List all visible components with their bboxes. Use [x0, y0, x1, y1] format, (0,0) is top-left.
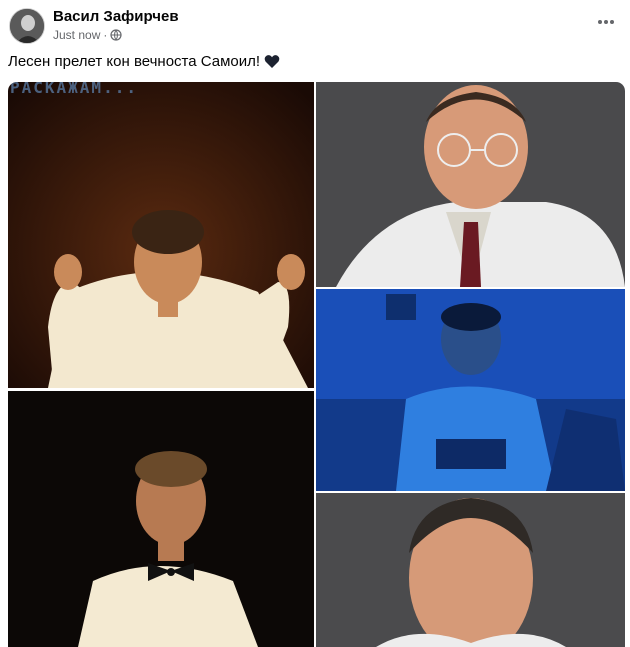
post-timestamp[interactable]: Just now — [53, 28, 100, 42]
photo-2-portrait-glasses[interactable] — [316, 82, 625, 287]
photo-overlay-text: РАСКАЖАМ... — [10, 82, 138, 97]
more-options-icon[interactable] — [596, 12, 616, 32]
photo-4-bowtie-performance[interactable] — [8, 391, 314, 647]
post-meta: Just now · — [53, 28, 122, 42]
black-heart-icon — [264, 54, 280, 69]
post-header: Васил Зафирчев Just now · — [0, 0, 630, 48]
post-message: Лесен прелет кон вечноста Самоил! — [8, 53, 261, 70]
meta-separator: · — [103, 28, 108, 42]
photo-1-stage-performance[interactable]: РАСКАЖАМ... — [8, 82, 314, 388]
post-text: Лесен прелет кон вечноста Самоил! — [8, 53, 280, 70]
author-name[interactable]: Васил Зафирчев — [53, 8, 179, 25]
photo-3-blue-scene[interactable] — [316, 289, 625, 491]
photo-5-close-portrait[interactable] — [316, 493, 625, 647]
globe-icon[interactable] — [110, 29, 122, 41]
author-avatar[interactable] — [9, 8, 45, 44]
photo-grid: РАСКАЖАМ... — [8, 82, 625, 647]
